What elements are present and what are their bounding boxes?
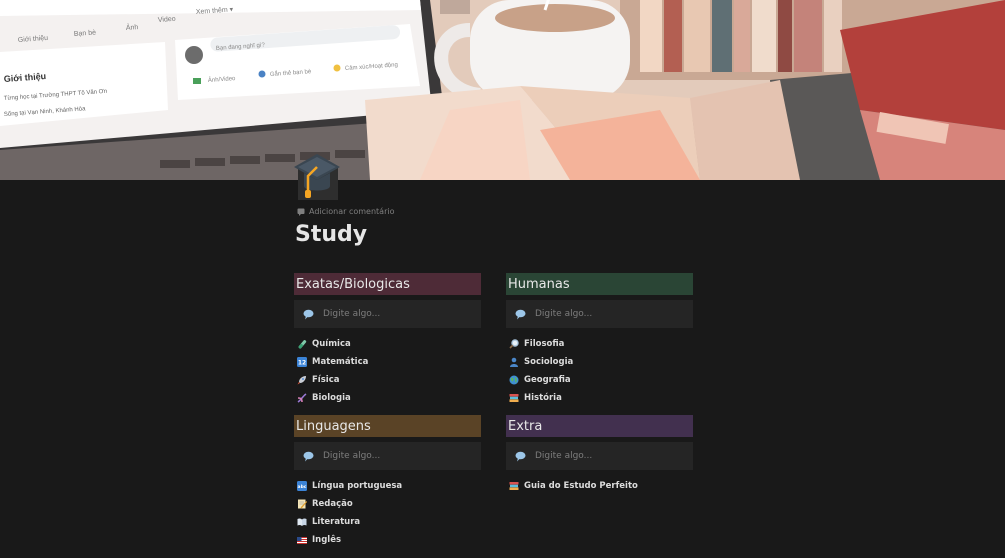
rocket-icon: [297, 375, 307, 385]
page-link-biologia[interactable]: Biologia: [294, 389, 481, 407]
page-link-label: Geografia: [524, 375, 571, 385]
page-link-label: História: [524, 393, 562, 403]
page-link-label: Língua portuguesa: [312, 481, 403, 491]
note-callout[interactable]: Digite algo...: [294, 442, 481, 470]
speech-bubble-icon: [303, 451, 314, 461]
numbers-icon: 12: [297, 357, 307, 367]
svg-text:12: 12: [298, 360, 306, 367]
callout-placeholder: Digite algo...: [535, 309, 593, 319]
us-flag-icon: [297, 535, 307, 545]
page-link-label: Filosofia: [524, 339, 565, 349]
abc-icon: abc: [297, 481, 307, 491]
comment-icon: [297, 208, 305, 216]
add-comment-button[interactable]: Adicionar comentário: [297, 207, 394, 216]
page-link-label: Guia do Estudo Perfeito: [524, 481, 638, 491]
svg-text:abc: abc: [298, 484, 307, 490]
page-link-literatura[interactable]: Literatura: [294, 513, 481, 531]
dna-icon: [297, 393, 307, 403]
page-link-label: Inglês: [312, 535, 342, 545]
section-extra: Extra Digite algo... Guia do Estudo Perf…: [506, 415, 693, 495]
note-callout[interactable]: Digite algo...: [294, 300, 481, 328]
page-link-label: Química: [312, 339, 351, 349]
page-link-historia[interactable]: História: [506, 389, 693, 407]
speech-bubble-icon: [303, 309, 314, 319]
globe-icon: [509, 375, 519, 385]
page-link-label: Matemática: [312, 357, 369, 367]
person-icon: [509, 357, 519, 367]
magnifier-icon: [509, 339, 519, 349]
callout-placeholder: Digite algo...: [535, 451, 593, 461]
page-link-filosofia[interactable]: Filosofia: [506, 335, 693, 353]
test-tube-icon: [297, 339, 307, 349]
books-icon: [509, 393, 519, 403]
laptop-nav-4: Video: [158, 16, 176, 24]
section-exatas: Exatas/Biologicas Digite algo... Química…: [294, 273, 481, 407]
page-link-label: Biologia: [312, 393, 351, 403]
page-title: Study: [295, 222, 368, 247]
page-link-matematica[interactable]: 12 Matemática: [294, 353, 481, 371]
callout-placeholder: Digite algo...: [323, 309, 381, 319]
page-link-sociologia[interactable]: Sociologia: [506, 353, 693, 371]
callout-placeholder: Digite algo...: [323, 451, 381, 461]
page-link-geografia[interactable]: Geografia: [506, 371, 693, 389]
page-link-quimica[interactable]: Química: [294, 335, 481, 353]
page-link-redacao[interactable]: Redação: [294, 495, 481, 513]
page-link-ingles[interactable]: Inglês: [294, 531, 481, 549]
speech-bubble-icon: [515, 451, 526, 461]
section-heading: Extra: [506, 415, 693, 437]
books-icon: [509, 481, 519, 491]
section-heading: Humanas: [506, 273, 693, 295]
add-comment-label: Adicionar comentário: [309, 207, 395, 216]
section-heading: Exatas/Biologicas: [294, 273, 481, 295]
speech-bubble-icon: [515, 309, 526, 319]
page-link-lingua-portuguesa[interactable]: abc Língua portuguesa: [294, 477, 481, 495]
note-callout[interactable]: Digite algo...: [506, 442, 693, 470]
page-link-fisica[interactable]: Física: [294, 371, 481, 389]
section-linguagens: Linguagens Digite algo... abc Língua por…: [294, 415, 481, 549]
page-link-label: Sociologia: [524, 357, 574, 367]
page-link-label: Redação: [312, 499, 353, 509]
section-heading: Linguagens: [294, 415, 481, 437]
page-link-guia-estudo[interactable]: Guia do Estudo Perfeito: [506, 477, 693, 495]
page-link-label: Física: [312, 375, 340, 385]
open-book-icon: [297, 517, 307, 527]
memo-icon: [297, 499, 307, 509]
page-link-label: Literatura: [312, 517, 361, 527]
cover-image: Giới thiệu Bạn bè Ảnh Video Xem thêm ▾ G…: [0, 0, 1005, 180]
section-humanas: Humanas Digite algo... Filosofia Sociolo…: [506, 273, 693, 407]
note-callout[interactable]: Digite algo...: [506, 300, 693, 328]
graduation-cap-icon[interactable]: [292, 154, 342, 200]
